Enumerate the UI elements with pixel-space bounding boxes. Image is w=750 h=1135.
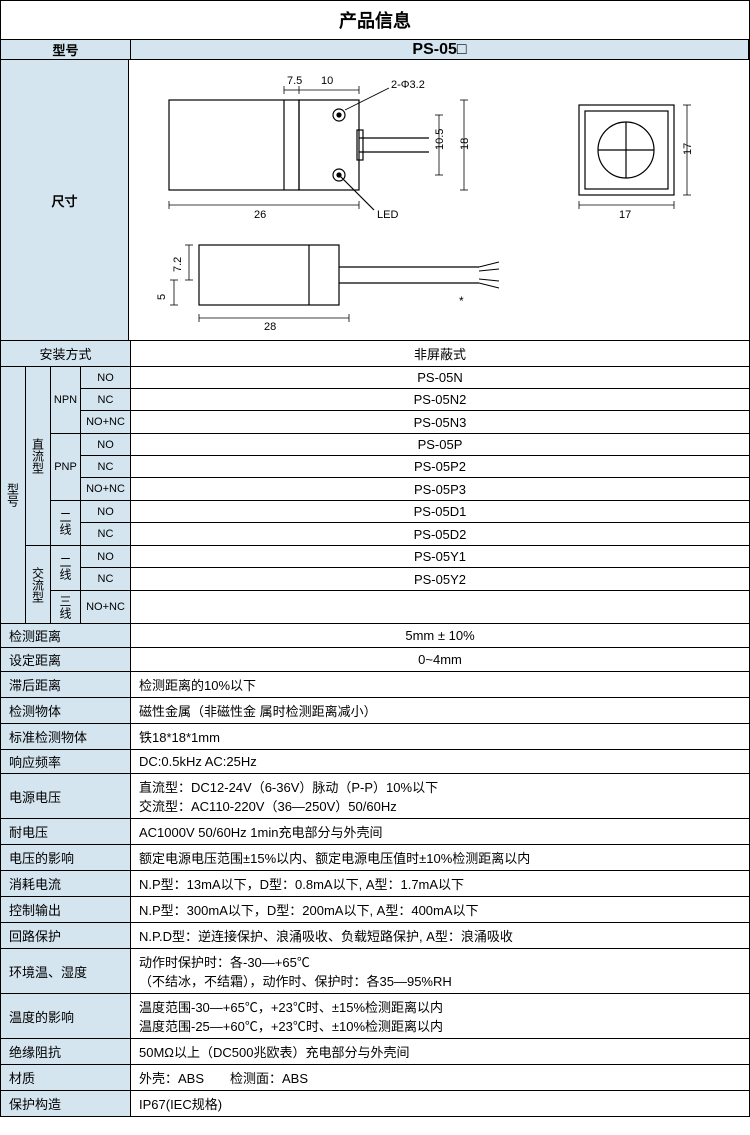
spec-label: 控制输出 bbox=[1, 897, 131, 922]
model-label: 型号 bbox=[1, 40, 131, 59]
spec-value: N.P.D型：逆连接保护、浪涌吸收、负载短路保护, A型：浪涌吸收 bbox=[131, 923, 749, 948]
spec-label: 消耗电流 bbox=[1, 871, 131, 896]
spec-value: 外壳：ABS 检测面：ABS bbox=[131, 1065, 749, 1090]
spec-label: 检测物体 bbox=[1, 698, 131, 723]
spec-row: 滞后距离检测距离的10%以下 bbox=[1, 672, 749, 698]
spec-value: 磁性金属（非磁性金 属时检测距离减小） bbox=[131, 698, 749, 723]
spec-label: 标准检测物体 bbox=[1, 724, 131, 749]
spec-label: 响应频率 bbox=[1, 750, 131, 773]
spec-label: 检测距离 bbox=[1, 624, 131, 647]
model-npn-no: PS-05N bbox=[131, 367, 749, 388]
spec-value: 铁18*18*1mm bbox=[131, 724, 749, 749]
spec-row: 材质外壳：ABS 检测面：ABS bbox=[1, 1065, 749, 1091]
spec-value: 额定电源电压范围±15%以内、额定电源电压值时±10%检测距离以内 bbox=[131, 845, 749, 870]
model-pnp-nonc: PS-05P3 bbox=[131, 478, 749, 500]
spec-label: 绝缘阻抗 bbox=[1, 1039, 131, 1064]
npn-label: NPN bbox=[51, 367, 81, 433]
spec-row: 保护构造IP67(IEC规格) bbox=[1, 1091, 749, 1116]
svg-text:LED: LED bbox=[377, 209, 398, 221]
model-group-label: 型号 bbox=[1, 367, 26, 623]
spec-row: 检测距离5mm ± 10% bbox=[1, 624, 749, 648]
pnp-label: PNP bbox=[51, 434, 81, 500]
spec-value: DC:0.5kHz AC:25Hz bbox=[131, 750, 749, 773]
spec-row: 控制输出N.P型：300mA以下，D型：200mA以下, A型：400mA以下 bbox=[1, 897, 749, 923]
spec-row: 耐电压AC1000V 50/60Hz 1min充电部分与外壳间 bbox=[1, 819, 749, 845]
svg-text:5: 5 bbox=[156, 294, 168, 300]
spec-label: 回路保护 bbox=[1, 923, 131, 948]
spec-row: 电源电压直流型：DC12-24V（6-36V）脉动（P-P）10%以下交流型：A… bbox=[1, 774, 749, 819]
spec-value: IP67(IEC规格) bbox=[131, 1091, 749, 1116]
svg-text:10.5: 10.5 bbox=[434, 129, 446, 150]
model-ac2-nc: PS-05Y2 bbox=[131, 568, 749, 590]
svg-text:28: 28 bbox=[264, 321, 276, 330]
spec-label: 电压的影响 bbox=[1, 845, 131, 870]
size-label: 尺寸 bbox=[1, 60, 129, 340]
spec-label: 保护构造 bbox=[1, 1091, 131, 1116]
model-pnp-nc: PS-05P2 bbox=[131, 456, 749, 477]
spec-value: N.P型：13mA以下，D型：0.8mA以下, A型：1.7mA以下 bbox=[131, 871, 749, 896]
spec-label: 电源电压 bbox=[1, 774, 131, 818]
spec-row: 绝缘阻抗50MΩ以上（DC500兆欧表）充电部分与外壳间 bbox=[1, 1039, 749, 1065]
model-ac2-no: PS-05Y1 bbox=[131, 546, 749, 567]
svg-text:10: 10 bbox=[321, 75, 333, 87]
spec-row: 标准检测物体铁18*18*1mm bbox=[1, 724, 749, 750]
svg-text:2-Φ3.2: 2-Φ3.2 bbox=[391, 79, 425, 91]
svg-text:7.5: 7.5 bbox=[287, 75, 302, 87]
spec-label: 滞后距离 bbox=[1, 672, 131, 697]
spec-label: 环境温、湿度 bbox=[1, 949, 131, 993]
ac-3wire-label: 三线 bbox=[51, 591, 81, 623]
ac-label: 交流型 bbox=[26, 546, 51, 623]
dc-label: 直流型 bbox=[26, 367, 51, 545]
spec-value: 直流型：DC12-24V（6-36V）脉动（P-P）10%以下交流型：AC110… bbox=[131, 774, 749, 818]
spec-label: 设定距离 bbox=[1, 648, 131, 671]
spec-value: AC1000V 50/60Hz 1min充电部分与外壳间 bbox=[131, 819, 749, 844]
svg-text:*: * bbox=[459, 294, 464, 308]
model-pnp-no: PS-05P bbox=[131, 434, 749, 455]
spec-row: 环境温、湿度动作时保护时：各-30—+65℃（不结冰，不结霜），动作时、保护时：… bbox=[1, 949, 749, 994]
svg-text:17: 17 bbox=[619, 209, 631, 221]
model-npn-nc: PS-05N2 bbox=[131, 389, 749, 410]
svg-text:26: 26 bbox=[254, 209, 266, 221]
spec-value: 动作时保护时：各-30—+65℃（不结冰，不结霜），动作时、保护时：各35—95… bbox=[131, 949, 749, 993]
spec-label: 材质 bbox=[1, 1065, 131, 1090]
spec-row: 检测物体磁性金属（非磁性金 属时检测距离减小） bbox=[1, 698, 749, 724]
spec-row: 设定距离0~4mm bbox=[1, 648, 749, 672]
spec-row: 回路保护N.P.D型：逆连接保护、浪涌吸收、负载短路保护, A型：浪涌吸收 bbox=[1, 923, 749, 949]
install-label: 安装方式 bbox=[1, 341, 131, 366]
spec-row: 响应频率DC:0.5kHz AC:25Hz bbox=[1, 750, 749, 774]
svg-text:17: 17 bbox=[682, 143, 694, 155]
svg-text:7.2: 7.2 bbox=[172, 257, 184, 272]
spec-row: 温度的影响温度范围-30—+65℃，+23℃时、±15%检测距离以内温度范围-2… bbox=[1, 994, 749, 1039]
dimension-diagram: 7.5 10 2-Φ3.2 10.5 18 26 LED bbox=[129, 60, 749, 340]
dc-2wire-label: 二线 bbox=[51, 501, 81, 545]
sheet-title: 产品信息 bbox=[1, 1, 749, 40]
spec-value: 温度范围-30—+65℃，+23℃时、±15%检测距离以内温度范围-25—+60… bbox=[131, 994, 749, 1038]
specs-table: 检测距离5mm ± 10%设定距离0~4mm滞后距离检测距离的10%以下检测物体… bbox=[1, 624, 749, 1116]
spec-value: 0~4mm bbox=[131, 648, 749, 671]
spec-value: N.P型：300mA以下，D型：200mA以下, A型：400mA以下 bbox=[131, 897, 749, 922]
spec-value: 检测距离的10%以下 bbox=[131, 672, 749, 697]
spec-row: 电压的影响额定电源电压范围±15%以内、额定电源电压值时±10%检测距离以内 bbox=[1, 845, 749, 871]
product-info-sheet: 产品信息 型号 PS-05□ 尺寸 bbox=[0, 0, 750, 1117]
spec-label: 温度的影响 bbox=[1, 994, 131, 1038]
model-ac3-nonc bbox=[131, 591, 749, 623]
spec-value: 50MΩ以上（DC500兆欧表）充电部分与外壳间 bbox=[131, 1039, 749, 1064]
install-value: 非屏蔽式 bbox=[131, 341, 749, 366]
model-npn-nonc: PS-05N3 bbox=[131, 411, 749, 433]
spec-label: 耐电压 bbox=[1, 819, 131, 844]
svg-text:18: 18 bbox=[459, 138, 471, 150]
model-value: PS-05□ bbox=[131, 40, 749, 59]
spec-row: 消耗电流N.P型：13mA以下，D型：0.8mA以下, A型：1.7mA以下 bbox=[1, 871, 749, 897]
spec-value: 5mm ± 10% bbox=[131, 624, 749, 647]
model-dc2-nc: PS-05D2 bbox=[131, 523, 749, 545]
model-dc2-no: PS-05D1 bbox=[131, 501, 749, 522]
ac-2wire-label: 二线 bbox=[51, 546, 81, 590]
